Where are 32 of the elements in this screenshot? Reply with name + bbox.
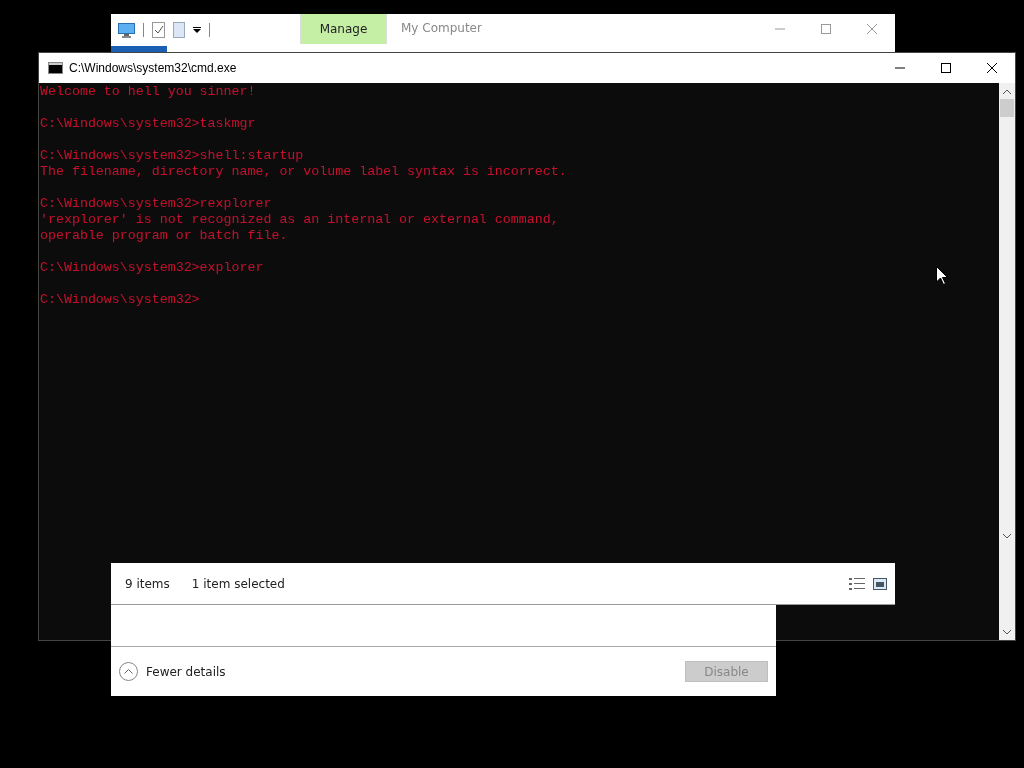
window-title: My Computer	[401, 21, 482, 35]
console-line: C:\Windows\system32>explorer	[40, 260, 264, 275]
console-line: C:\Windows\system32>taskmgr	[40, 116, 256, 131]
mouse-cursor-icon	[936, 266, 948, 285]
console-line: C:\Windows\system32>	[40, 292, 200, 307]
console-icon	[48, 62, 63, 74]
scroll-down-icon[interactable]	[1003, 629, 1011, 635]
scroll-down-icon[interactable]	[1003, 533, 1011, 539]
thumbnail-view-icon[interactable]	[873, 577, 887, 590]
maximize-icon	[941, 63, 951, 73]
console-line: The filename, directory name, or volume label syntax is incorrect.	[40, 164, 567, 179]
checklist-icon[interactable]	[152, 22, 165, 38]
scrollbar[interactable]	[999, 83, 1015, 640]
ribbon-tab[interactable]: Manage	[300, 14, 387, 44]
selection-count: 1 item selected	[191, 576, 285, 591]
item-count: 9 items	[125, 576, 170, 591]
console-line: Welcome to hell you sinner!	[40, 84, 256, 99]
close-icon	[987, 63, 997, 73]
computer-icon[interactable]	[118, 22, 135, 38]
fewer-details-toggle[interactable]: Fewer details	[119, 662, 226, 681]
console-line: C:\Windows\system32>rexplorer	[40, 196, 272, 211]
scroll-up-icon[interactable]	[1003, 88, 1011, 94]
scrollbar-thumb[interactable]	[1000, 99, 1014, 117]
maximize-icon	[821, 24, 831, 34]
window-title: C:\Windows\system32\cmd.exe	[69, 61, 237, 75]
close-icon	[867, 24, 877, 34]
collapse-icon	[119, 662, 138, 681]
details-view-icon[interactable]	[849, 577, 865, 590]
dropdown-icon[interactable]	[193, 27, 201, 33]
console-line: operable program or batch file.	[40, 228, 288, 243]
console-line: 'rexplorer' is not recognized as an internal or external command,	[40, 212, 559, 227]
console-line: C:\Windows\system32>shell:startup	[40, 148, 304, 163]
